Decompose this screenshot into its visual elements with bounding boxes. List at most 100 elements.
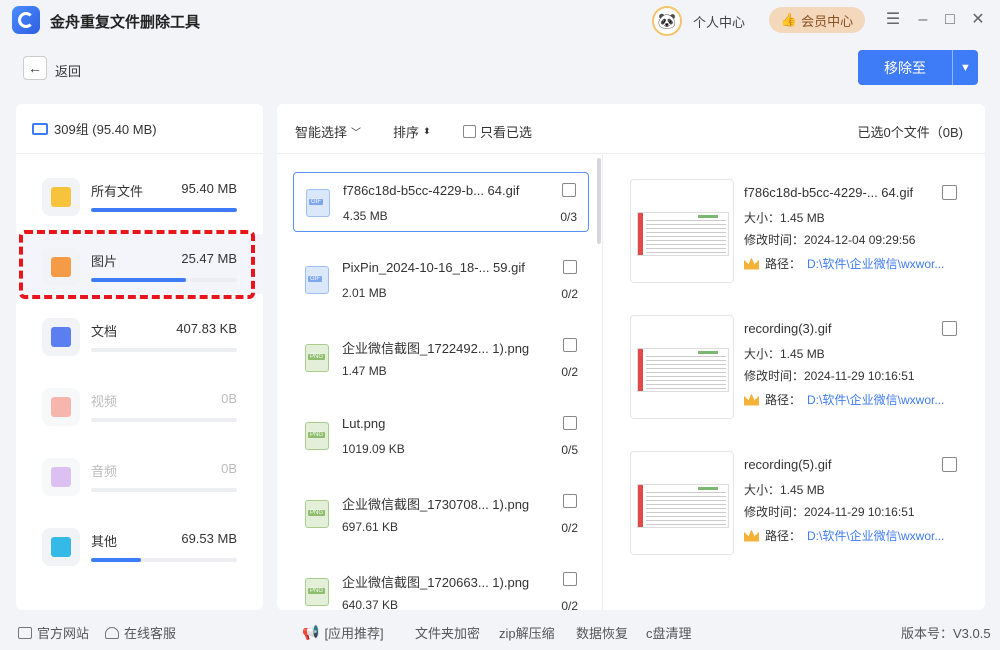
online-service-label: 在线客服: [124, 626, 177, 641]
back-arrow-icon[interactable]: ←: [23, 56, 47, 80]
file-size: 2.01 MB: [342, 286, 387, 300]
image-icon: [42, 248, 80, 286]
vip-center-button[interactable]: 👍 会员中心: [769, 7, 865, 33]
maximize-icon[interactable]: □: [940, 10, 960, 30]
minimize-icon[interactable]: –: [913, 10, 933, 30]
duplicate-path: 路径： D:\软件\企业微信\wxwor...: [744, 255, 944, 272]
folder-icon: [42, 178, 80, 216]
duplicate-list: f786c18d-b5cc-4229-... 64.gif 大小：1.45 MB 修…: [604, 154, 985, 610]
move-to-button[interactable]: 移除至 ▼: [858, 50, 978, 85]
gif-file-icon: GIF: [306, 189, 330, 217]
gif-file-icon: GIF: [305, 266, 329, 294]
category-item[interactable]: 文档 407.83 KB: [16, 304, 263, 364]
duplicate-item[interactable]: recording(3).gif 大小：1.45 MB 修改时间：2024-11-2…: [630, 315, 970, 421]
selected-info: 已选0个文件（0B): [857, 125, 963, 140]
official-site-link[interactable]: 官方网站: [18, 623, 89, 642]
thumbnail[interactable]: [630, 451, 734, 555]
duplicate-name: recording(5).gif: [744, 457, 832, 472]
category-item[interactable]: 图片 25.47 MB: [16, 234, 263, 294]
path-link[interactable]: D:\软件\企业微信\wxwor...: [807, 527, 944, 544]
png-file-icon: PNG: [305, 422, 329, 450]
category-name: 其他: [91, 534, 118, 549]
only-selected-checkbox[interactable]: 只看已选: [463, 122, 532, 141]
folder-encrypt-link[interactable]: 文件夹加密: [415, 623, 480, 642]
file-group-item[interactable]: GIF f786c18d-b5cc-4229-b... 64.gif 4.35 MB…: [293, 172, 589, 232]
only-selected-label: 只看已选: [480, 125, 533, 140]
duplicate-item[interactable]: f786c18d-b5cc-4229-... 64.gif 大小：1.45 MB 修…: [630, 179, 970, 285]
personal-center-link[interactable]: 个人中心: [693, 12, 745, 31]
chevron-down-icon[interactable]: ▼: [952, 50, 978, 85]
path-label: 路径：: [765, 529, 802, 543]
category-bar: [91, 348, 237, 352]
duplicate-size: 大小：1.45 MB: [744, 211, 825, 225]
close-icon[interactable]: ✕: [968, 10, 988, 30]
duplicate-time: 修改时间：2024-11-29 10:16:51: [744, 505, 915, 519]
file-checkbox[interactable]: [563, 494, 577, 508]
file-group-item[interactable]: PNG Lut.png 1019.09 KB 0/5: [293, 406, 589, 466]
file-size: 697.61 KB: [342, 520, 399, 534]
back-label[interactable]: 返回: [55, 61, 81, 80]
duplicate-checkbox[interactable]: [942, 321, 957, 336]
category-name: 文档: [91, 324, 118, 339]
crown-icon: [744, 529, 759, 542]
duplicate-size: 大小：1.45 MB: [744, 347, 825, 361]
online-service-link[interactable]: 在线客服: [105, 623, 176, 642]
file-count: 0/2: [561, 521, 578, 535]
summary-label: 309组 (95.40 MB): [54, 122, 157, 137]
avatar[interactable]: 🐼: [652, 6, 682, 36]
sort-button[interactable]: 排序 ⬍: [393, 122, 431, 141]
category-item[interactable]: 所有文件 95.40 MB: [16, 164, 263, 224]
duplicate-checkbox[interactable]: [942, 185, 957, 200]
sort-label: 排序: [393, 125, 420, 140]
category-item[interactable]: 其他 69.53 MB: [16, 514, 263, 574]
file-checkbox[interactable]: [563, 416, 577, 430]
file-size: 4.35 MB: [343, 209, 388, 223]
duplicate-checkbox[interactable]: [942, 457, 957, 472]
duplicate-time: 修改时间：2024-12-04 09:29:56: [744, 233, 916, 247]
scrollbar[interactable]: [597, 158, 601, 244]
category-name: 所有文件: [91, 184, 144, 199]
file-group-item[interactable]: PNG 企业微信截图_1730708... 1).png 697.61 KB 0/2: [293, 484, 589, 544]
chevron-down-icon: ﹀: [351, 128, 362, 139]
app-title: 金舟重复文件删除工具: [50, 14, 201, 31]
file-checkbox[interactable]: [562, 183, 576, 197]
duplicate-name: recording(3).gif: [744, 321, 832, 336]
file-group-item[interactable]: PNG 企业微信截图_1722492... 1).png 1.47 MB 0/2: [293, 328, 589, 388]
file-checkbox[interactable]: [563, 338, 577, 352]
menu-icon[interactable]: ☰: [883, 10, 903, 30]
category-size: 25.47 MB: [181, 251, 237, 266]
smart-select-dropdown[interactable]: 智能选择 ﹀: [295, 122, 361, 141]
category-name: 图片: [91, 254, 118, 269]
toolbar: 智能选择 ﹀ 排序 ⬍ 只看已选 已选0个文件（0B): [277, 104, 985, 154]
video-icon: [42, 388, 80, 426]
path-link[interactable]: D:\软件\企业微信\wxwor...: [807, 255, 944, 272]
category-size: 0B: [221, 461, 237, 476]
crown-icon: [744, 393, 759, 406]
category-panel: 309组 (95.40 MB) 所有文件 95.40 MB 图片 25.47 MB 文档…: [16, 104, 263, 610]
file-name: Lut.png: [342, 416, 386, 431]
file-group-item[interactable]: PNG 企业微信截图_1720663... 1).png 640.37 KB 0/2: [293, 562, 589, 610]
file-count: 0/2: [561, 599, 578, 610]
file-checkbox[interactable]: [563, 572, 577, 586]
category-bar: [91, 278, 237, 282]
move-to-label[interactable]: 移除至: [858, 50, 952, 85]
png-file-icon: PNG: [305, 578, 329, 606]
duplicate-name: f786c18d-b5cc-4229-... 64.gif: [744, 185, 914, 200]
category-name: 音频: [91, 464, 118, 479]
c-clean-link[interactable]: c盘清理: [646, 623, 692, 642]
thumbnail[interactable]: [630, 179, 734, 283]
category-size: 0B: [221, 391, 237, 406]
category-item[interactable]: 视频 0B: [16, 374, 263, 434]
file-group-item[interactable]: GIF PixPin_2024-10-16_18-... 59.gif 2.01 M…: [293, 250, 589, 310]
thumbs-up-icon: 👍: [780, 12, 798, 27]
thumbnail[interactable]: [630, 315, 734, 419]
path-link[interactable]: D:\软件\企业微信\wxwor...: [807, 391, 944, 408]
file-checkbox[interactable]: [563, 260, 577, 274]
data-recovery-link[interactable]: 数据恢复: [576, 623, 628, 642]
category-size: 407.83 KB: [176, 321, 237, 336]
duplicate-item[interactable]: recording(5).gif 大小：1.45 MB 修改时间：2024-11-2…: [630, 451, 970, 557]
category-item[interactable]: 音频 0B: [16, 444, 263, 504]
checkbox-icon[interactable]: [463, 125, 476, 138]
zip-link[interactable]: zip解压缩: [499, 623, 555, 642]
monitor-icon: [18, 626, 32, 639]
